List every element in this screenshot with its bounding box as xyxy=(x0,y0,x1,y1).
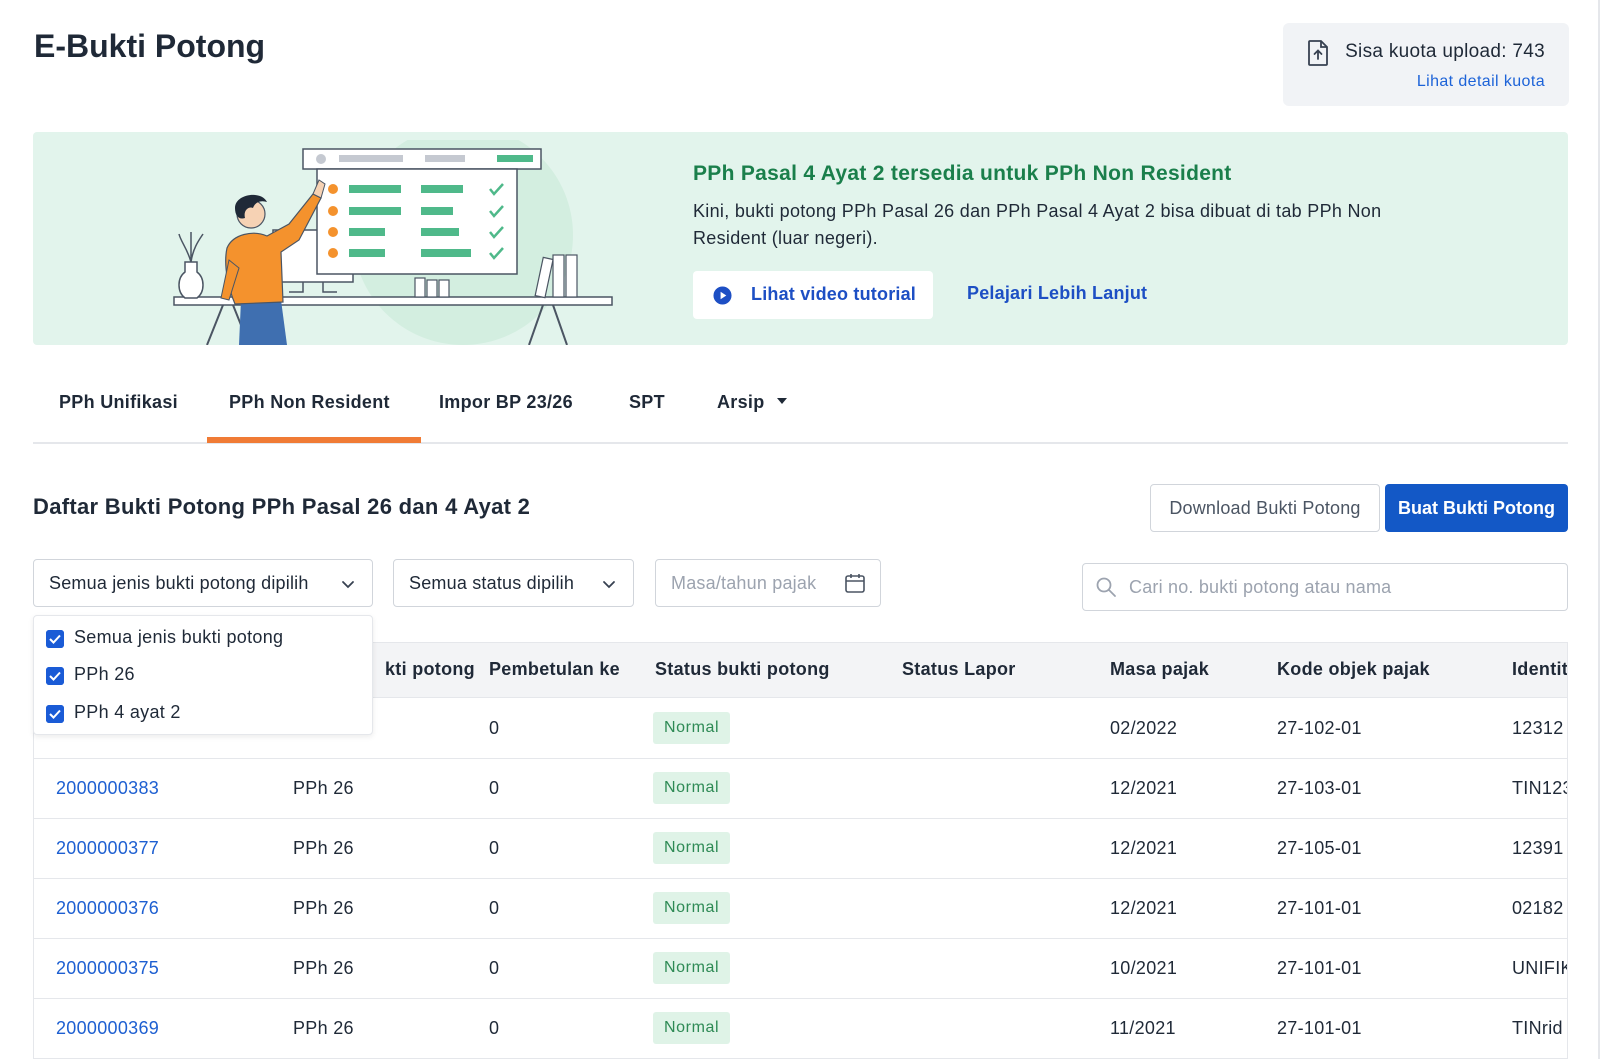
type-filter-value: Semua jenis bukti potong dipilih xyxy=(49,573,309,593)
tab-pph-unifikasi[interactable]: PPh Unifikasi xyxy=(59,392,178,413)
checkbox-checked-icon[interactable] xyxy=(46,705,64,723)
tab-impor-bp[interactable]: Impor BP 23/26 xyxy=(439,392,573,413)
period-cell: 12/2021 xyxy=(1110,838,1178,858)
section-title: Daftar Bukti Potong PPh Pasal 26 dan 4 A… xyxy=(33,494,531,519)
type-cell: PPh 26 xyxy=(293,958,354,978)
dropdown-option-label: PPh 26 xyxy=(74,664,135,684)
tab-arsip[interactable]: Arsip xyxy=(717,392,787,413)
search-input[interactable] xyxy=(1129,572,1549,602)
page-title: E-Bukti Potong xyxy=(34,28,266,64)
header-object-code[interactable]: Kode objek pajak xyxy=(1277,659,1430,680)
download-bukti-potong-button[interactable]: Download Bukti Potong xyxy=(1150,484,1380,532)
status-badge: Normal xyxy=(653,712,731,744)
period-cell: 02/2022 xyxy=(1110,718,1178,738)
tax-period-placeholder: Masa/tahun pajak xyxy=(671,573,817,593)
status-filter-value: Semua status dipilih xyxy=(409,573,575,593)
bukti-number-link[interactable]: 2000000377 xyxy=(56,838,159,859)
table-row[interactable]: 2000000383 PPh 26 0 Normal 12/2021 27-10… xyxy=(34,759,1568,819)
table-row[interactable]: 2000000376 PPh 26 0 Normal 12/2021 27-10… xyxy=(34,879,1567,939)
caret-down-icon xyxy=(776,398,787,405)
status-badge: Normal xyxy=(653,772,731,804)
chevron-down-icon xyxy=(603,581,615,589)
header-status[interactable]: Status bukti potong xyxy=(655,659,830,680)
period-cell: 10/2021 xyxy=(1110,958,1178,978)
type-filter-dropdown: Semua jenis bukti potong PPh 26 PPh 4 ay… xyxy=(33,615,373,735)
type-cell: PPh 26 xyxy=(293,838,354,858)
search-icon xyxy=(1096,577,1116,597)
revision-cell: 0 xyxy=(489,838,500,858)
status-badge: Normal xyxy=(653,952,731,984)
calendar-icon[interactable] xyxy=(844,572,866,594)
type-cell: PPh 26 xyxy=(293,1018,354,1038)
active-tab-indicator xyxy=(207,437,421,443)
dropdown-option-label: PPh 4 ayat 2 xyxy=(74,702,181,722)
revision-cell: 0 xyxy=(489,958,500,978)
revision-cell: 0 xyxy=(489,718,500,738)
identity-cell: TINrid xyxy=(1512,1018,1563,1038)
status-badge: Normal xyxy=(653,1012,731,1044)
identity-cell: 12391 xyxy=(1512,838,1564,858)
bukti-number-link[interactable]: 2000000383 xyxy=(56,778,159,799)
object-code-cell: 27-101-01 xyxy=(1277,898,1362,918)
header-revision[interactable]: Pembetulan ke xyxy=(489,659,620,680)
search-box xyxy=(1082,563,1568,611)
tab-pph-non-resident[interactable]: PPh Non Resident xyxy=(229,392,390,413)
banner-illustration xyxy=(173,140,613,345)
info-banner: PPh Pasal 4 Ayat 2 tersedia untuk PPh No… xyxy=(33,132,1568,345)
identity-cell: TIN123 xyxy=(1512,778,1568,798)
type-cell: PPh 26 xyxy=(293,778,354,798)
table-row[interactable]: 2000000375 PPh 26 0 Normal 10/2021 27-10… xyxy=(34,939,1568,999)
object-code-cell: 27-103-01 xyxy=(1277,778,1362,798)
table-row[interactable]: 2000000377 PPh 26 0 Normal 12/2021 27-10… xyxy=(34,819,1567,879)
status-filter-select[interactable]: Semua status dipilih xyxy=(393,559,634,607)
header-report-status[interactable]: Status Lapor xyxy=(902,659,1016,680)
bukti-number-link[interactable]: 2000000369 xyxy=(56,1018,159,1039)
create-bukti-potong-button[interactable]: Buat Bukti Potong xyxy=(1385,484,1568,532)
video-tutorial-label: Lihat video tutorial xyxy=(751,284,917,304)
tab-bar: PPh Unifikasi PPh Non Resident Impor BP … xyxy=(33,370,1568,444)
revision-cell: 0 xyxy=(489,1018,500,1038)
bukti-number-link[interactable]: 2000000376 xyxy=(56,898,159,919)
object-code-cell: 27-101-01 xyxy=(1277,1018,1362,1038)
tax-period-field[interactable]: Masa/tahun pajak xyxy=(655,559,881,607)
object-code-cell: 27-101-01 xyxy=(1277,958,1362,978)
play-circle-icon xyxy=(713,286,732,305)
period-cell: 11/2021 xyxy=(1110,1018,1176,1038)
banner-title: PPh Pasal 4 Ayat 2 tersedia untuk PPh No… xyxy=(693,162,1232,185)
identity-cell: UNIFIK xyxy=(1512,958,1568,978)
upload-file-icon xyxy=(1308,40,1328,66)
checkbox-checked-icon[interactable] xyxy=(46,667,64,685)
status-badge: Normal xyxy=(653,892,731,924)
e-bukti-potong-page: E-Bukti Potong Sisa kuota upload: 743 Li… xyxy=(0,0,1600,1059)
period-cell: 12/2021 xyxy=(1110,898,1178,918)
header-type[interactable]: kti potong xyxy=(385,659,475,680)
chevron-down-icon xyxy=(342,581,354,589)
learn-more-link[interactable]: Pelajari Lebih Lanjut xyxy=(967,283,1147,304)
upload-quota-card: Sisa kuota upload: 743 Lihat detail kuot… xyxy=(1283,23,1569,106)
status-badge: Normal xyxy=(653,832,731,864)
tab-spt[interactable]: SPT xyxy=(629,392,665,413)
period-cell: 12/2021 xyxy=(1110,778,1178,798)
identity-cell: 02182 xyxy=(1512,898,1564,918)
revision-cell: 0 xyxy=(489,778,500,798)
bukti-number-link[interactable]: 2000000375 xyxy=(56,958,159,979)
identity-cell: 12312 xyxy=(1512,718,1564,738)
header-identity[interactable]: Identit xyxy=(1512,659,1567,680)
quota-detail-link[interactable]: Lihat detail kuota xyxy=(1417,73,1545,91)
header-period[interactable]: Masa pajak xyxy=(1110,659,1209,680)
upload-quota-text: Sisa kuota upload: 743 xyxy=(1345,41,1545,62)
type-filter-select[interactable]: Semua jenis bukti potong dipilih xyxy=(33,559,373,607)
type-cell: PPh 26 xyxy=(293,898,354,918)
object-code-cell: 27-105-01 xyxy=(1277,838,1362,858)
object-code-cell: 27-102-01 xyxy=(1277,718,1362,738)
revision-cell: 0 xyxy=(489,898,500,918)
table-row[interactable]: 2000000369 PPh 26 0 Normal 11/2021 27-10… xyxy=(34,999,1567,1059)
video-tutorial-button[interactable]: Lihat video tutorial xyxy=(693,271,933,319)
checkbox-checked-icon[interactable] xyxy=(46,630,64,648)
tab-arsip-label: Arsip xyxy=(717,392,765,412)
banner-description: Kini, bukti potong PPh Pasal 26 dan PPh … xyxy=(693,201,1382,248)
dropdown-option-label: Semua jenis bukti potong xyxy=(74,627,284,647)
